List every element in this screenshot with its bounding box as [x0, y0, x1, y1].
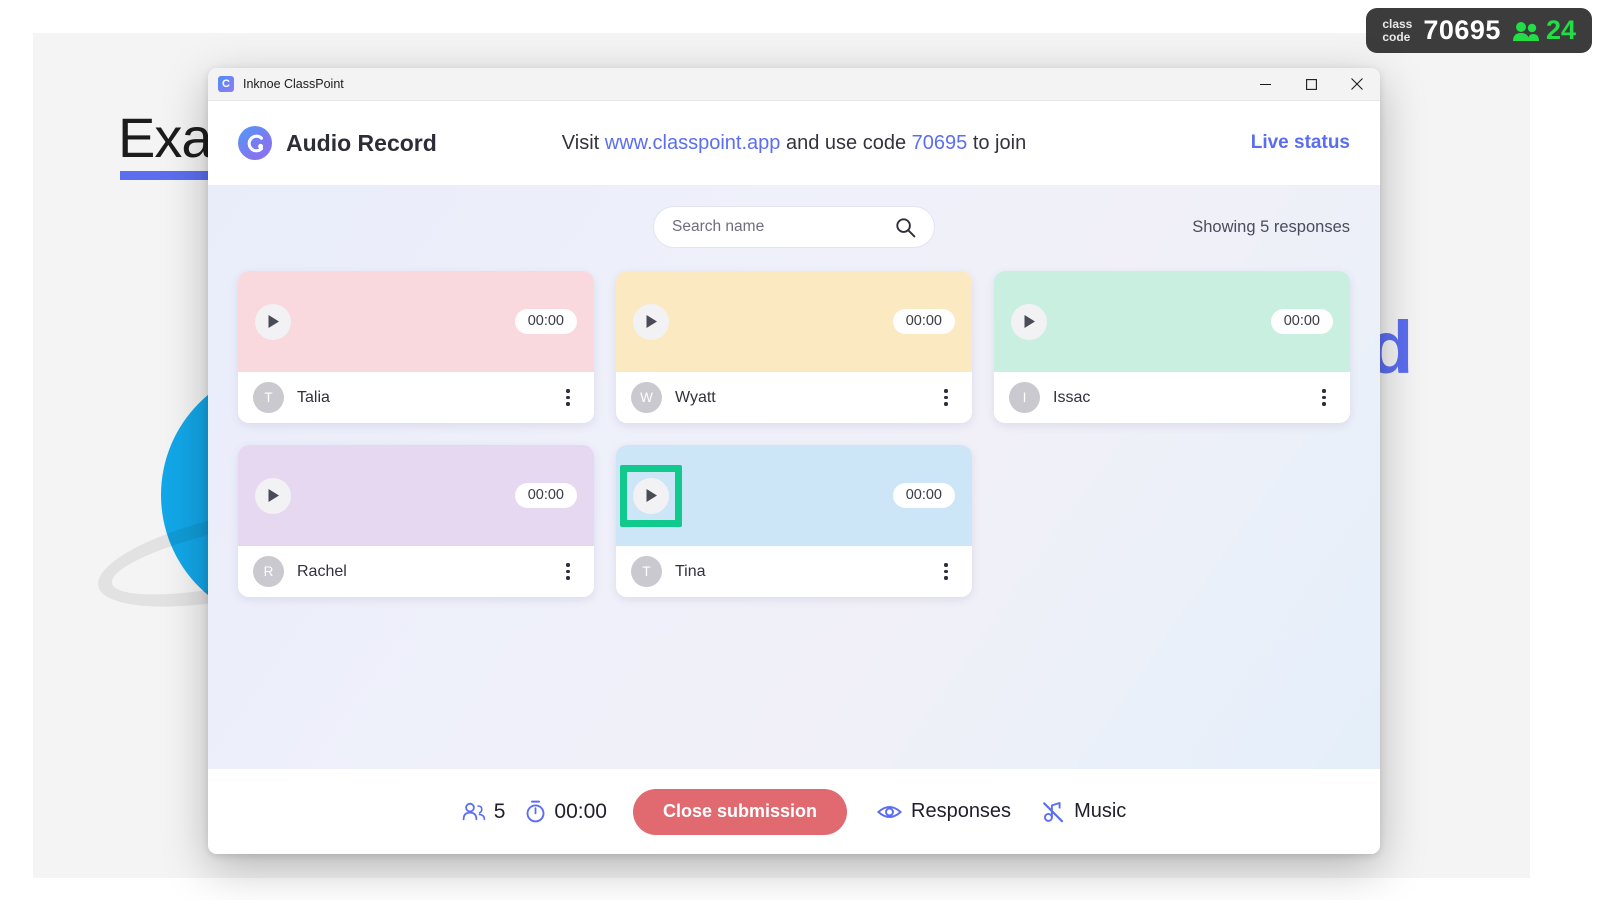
responses-toolbar: Showing 5 responses — [238, 205, 1350, 249]
response-card[interactable]: 00:00 T Tina — [616, 445, 972, 597]
people-icon — [1512, 21, 1539, 41]
avatar: I — [1009, 382, 1040, 413]
classpoint-logo — [238, 126, 272, 160]
play-icon — [646, 489, 657, 502]
responses-grid: 00:00 T Talia 00:00 W Wyatt 00:00 I Issac 00:00 R R… — [238, 271, 1350, 597]
response-student-name: Wyatt — [675, 388, 716, 406]
audio-duration: 00:00 — [1270, 309, 1333, 334]
minimize-icon[interactable] — [1242, 68, 1288, 101]
activity-footer: 5 00:00 Close submission Responses Music — [208, 769, 1380, 854]
response-card-footer: R Rachel — [238, 546, 594, 597]
play-icon — [268, 315, 279, 328]
window-titlebar: C Inknoe ClassPoint — [208, 68, 1380, 101]
class-code-badge[interactable]: class code 70695 24 — [1366, 8, 1592, 53]
audio-duration: 00:00 — [514, 483, 577, 508]
play-button[interactable] — [1011, 303, 1047, 340]
class-code-label: class code — [1382, 17, 1413, 44]
activity-title: Audio Record — [286, 129, 437, 156]
response-card-footer: I Issac — [994, 372, 1350, 423]
response-card-footer: T Tina — [616, 546, 972, 597]
window-title: Inknoe ClassPoint — [243, 77, 344, 91]
response-card-footer: W Wyatt — [616, 372, 972, 423]
kebab-menu-icon[interactable] — [557, 386, 579, 410]
window-controls — [1242, 68, 1380, 101]
music-off-icon — [1043, 801, 1064, 822]
kebab-menu-icon[interactable] — [935, 386, 957, 410]
responses-button[interactable]: Responses — [877, 800, 1011, 823]
audio-waveform-area: 00:00 — [238, 445, 594, 546]
search-box[interactable] — [653, 206, 935, 248]
join-prefix: Visit — [561, 131, 605, 154]
join-middle: and use code — [780, 131, 912, 154]
footer-participants-count: 5 — [493, 799, 506, 823]
kebab-menu-icon[interactable] — [935, 560, 957, 584]
audio-waveform-area: 00:00 — [238, 271, 594, 372]
live-status-link[interactable]: Live status — [1251, 132, 1350, 154]
audio-waveform-area: 00:00 — [616, 271, 972, 372]
play-button[interactable] — [633, 477, 669, 514]
showing-responses-count: Showing 5 responses — [1192, 217, 1350, 236]
activity-header: Audio Record Visit www.classpoint.app an… — [208, 101, 1380, 185]
music-button[interactable]: Music — [1041, 800, 1126, 824]
classpoint-window: C Inknoe ClassPoint Audio Record Visit w… — [208, 68, 1380, 854]
close-submission-button[interactable]: Close submission — [632, 788, 847, 835]
maximize-icon[interactable] — [1288, 68, 1334, 101]
search-icon[interactable] — [895, 217, 916, 238]
kebab-menu-icon[interactable] — [1313, 386, 1335, 410]
audio-duration: 00:00 — [892, 309, 955, 334]
classpoint-url-link[interactable]: www.classpoint.app — [605, 132, 781, 154]
play-icon — [1024, 315, 1035, 328]
join-suffix: to join — [967, 131, 1027, 154]
stopwatch-icon — [526, 800, 545, 823]
close-icon[interactable] — [1334, 68, 1380, 101]
play-button[interactable] — [255, 303, 291, 340]
avatar: W — [631, 382, 662, 413]
response-student-name: Rachel — [297, 562, 347, 580]
audio-waveform-area: 00:00 — [616, 445, 972, 546]
response-card[interactable]: 00:00 T Talia — [238, 271, 594, 423]
avatar: T — [631, 556, 662, 587]
responses-label: Responses — [911, 800, 1012, 822]
eye-icon — [877, 805, 902, 818]
class-participants: 24 — [1512, 15, 1576, 46]
response-student-name: Talia — [297, 388, 330, 406]
response-card[interactable]: 00:00 I Issac — [994, 271, 1350, 423]
kebab-menu-icon[interactable] — [557, 560, 579, 584]
footer-participants: 5 — [462, 799, 506, 824]
response-student-name: Issac — [1053, 388, 1091, 406]
avatar: R — [253, 556, 284, 587]
responses-panel: Showing 5 responses 00:00 T Talia 00:00 W Wya… — [208, 185, 1380, 769]
response-card[interactable]: 00:00 R Rachel — [238, 445, 594, 597]
music-label: Music — [1074, 800, 1127, 822]
join-class-code: 70695 — [911, 131, 968, 154]
response-card-footer: T Talia — [238, 372, 594, 423]
play-icon — [646, 315, 657, 328]
classpoint-app-icon: C — [218, 76, 234, 92]
search-input[interactable] — [672, 218, 889, 236]
response-card[interactable]: 00:00 W Wyatt — [616, 271, 972, 423]
play-button[interactable] — [633, 303, 669, 340]
class-code-value: 70695 — [1423, 15, 1501, 45]
class-participants-count: 24 — [1545, 15, 1576, 45]
audio-duration: 00:00 — [892, 483, 955, 508]
play-button[interactable] — [255, 477, 291, 514]
avatar: T — [253, 382, 284, 413]
footer-timer: 00:00 — [525, 800, 607, 824]
footer-timer-value: 00:00 — [554, 799, 607, 823]
play-icon — [268, 489, 279, 502]
audio-duration: 00:00 — [514, 309, 577, 334]
response-student-name: Tina — [675, 562, 706, 580]
audio-waveform-area: 00:00 — [994, 271, 1350, 372]
people-icon — [462, 802, 485, 821]
